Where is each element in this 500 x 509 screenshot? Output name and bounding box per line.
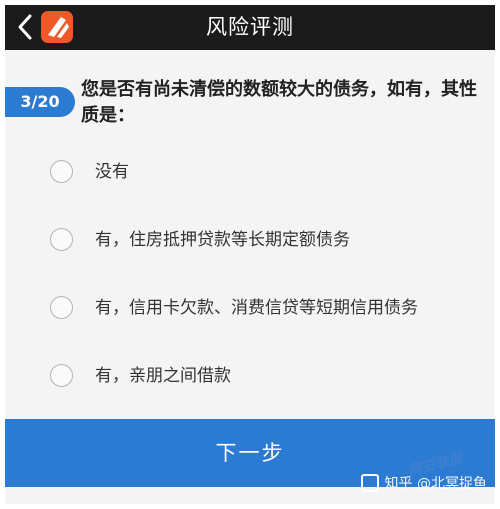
question-block: 3/20 您是否有尚未清偿的数额较大的债务，如有，其性质是： <box>5 77 495 137</box>
option-item[interactable]: 有，信用卡欠款、消费信贷等短期信用债务 <box>5 274 495 342</box>
option-label: 有，信用卡欠款、消费信贷等短期信用债务 <box>95 298 418 318</box>
progress-badge: 3/20 <box>5 87 75 117</box>
option-label: 没有 <box>95 162 129 182</box>
watermark: 知乎 @北冥捉鱼 <box>360 470 487 496</box>
radio-icon[interactable] <box>50 296 73 319</box>
option-label: 有，住房抵押贷款等长期定额债务 <box>95 230 350 250</box>
option-item[interactable]: 没有 <box>5 138 495 206</box>
watermark-text: 知乎 @北冥捉鱼 <box>384 476 487 492</box>
option-item[interactable]: 有，住房抵押贷款等长期定额债务 <box>5 206 495 274</box>
option-item[interactable]: 有，亲朋之间借款 <box>5 342 495 410</box>
app-frame: 风险评测 3/20 您是否有尚未清偿的数额较大的债务，如有，其性质是： 没有 有… <box>5 5 495 504</box>
top-bar: 风险评测 <box>5 5 495 50</box>
page-title: 风险评测 <box>206 15 294 39</box>
question-text: 您是否有尚未清偿的数额较大的债务，如有，其性质是： <box>81 79 477 126</box>
radio-icon[interactable] <box>50 160 73 183</box>
radio-icon[interactable] <box>50 228 73 251</box>
radio-icon[interactable] <box>50 364 73 387</box>
answer-options: 没有 有，住房抵押贷款等长期定额债务 有，信用卡欠款、消费信贷等短期信用债务 有… <box>5 138 495 410</box>
zhihu-icon <box>360 474 379 492</box>
option-label: 有，亲朋之间借款 <box>95 366 231 386</box>
